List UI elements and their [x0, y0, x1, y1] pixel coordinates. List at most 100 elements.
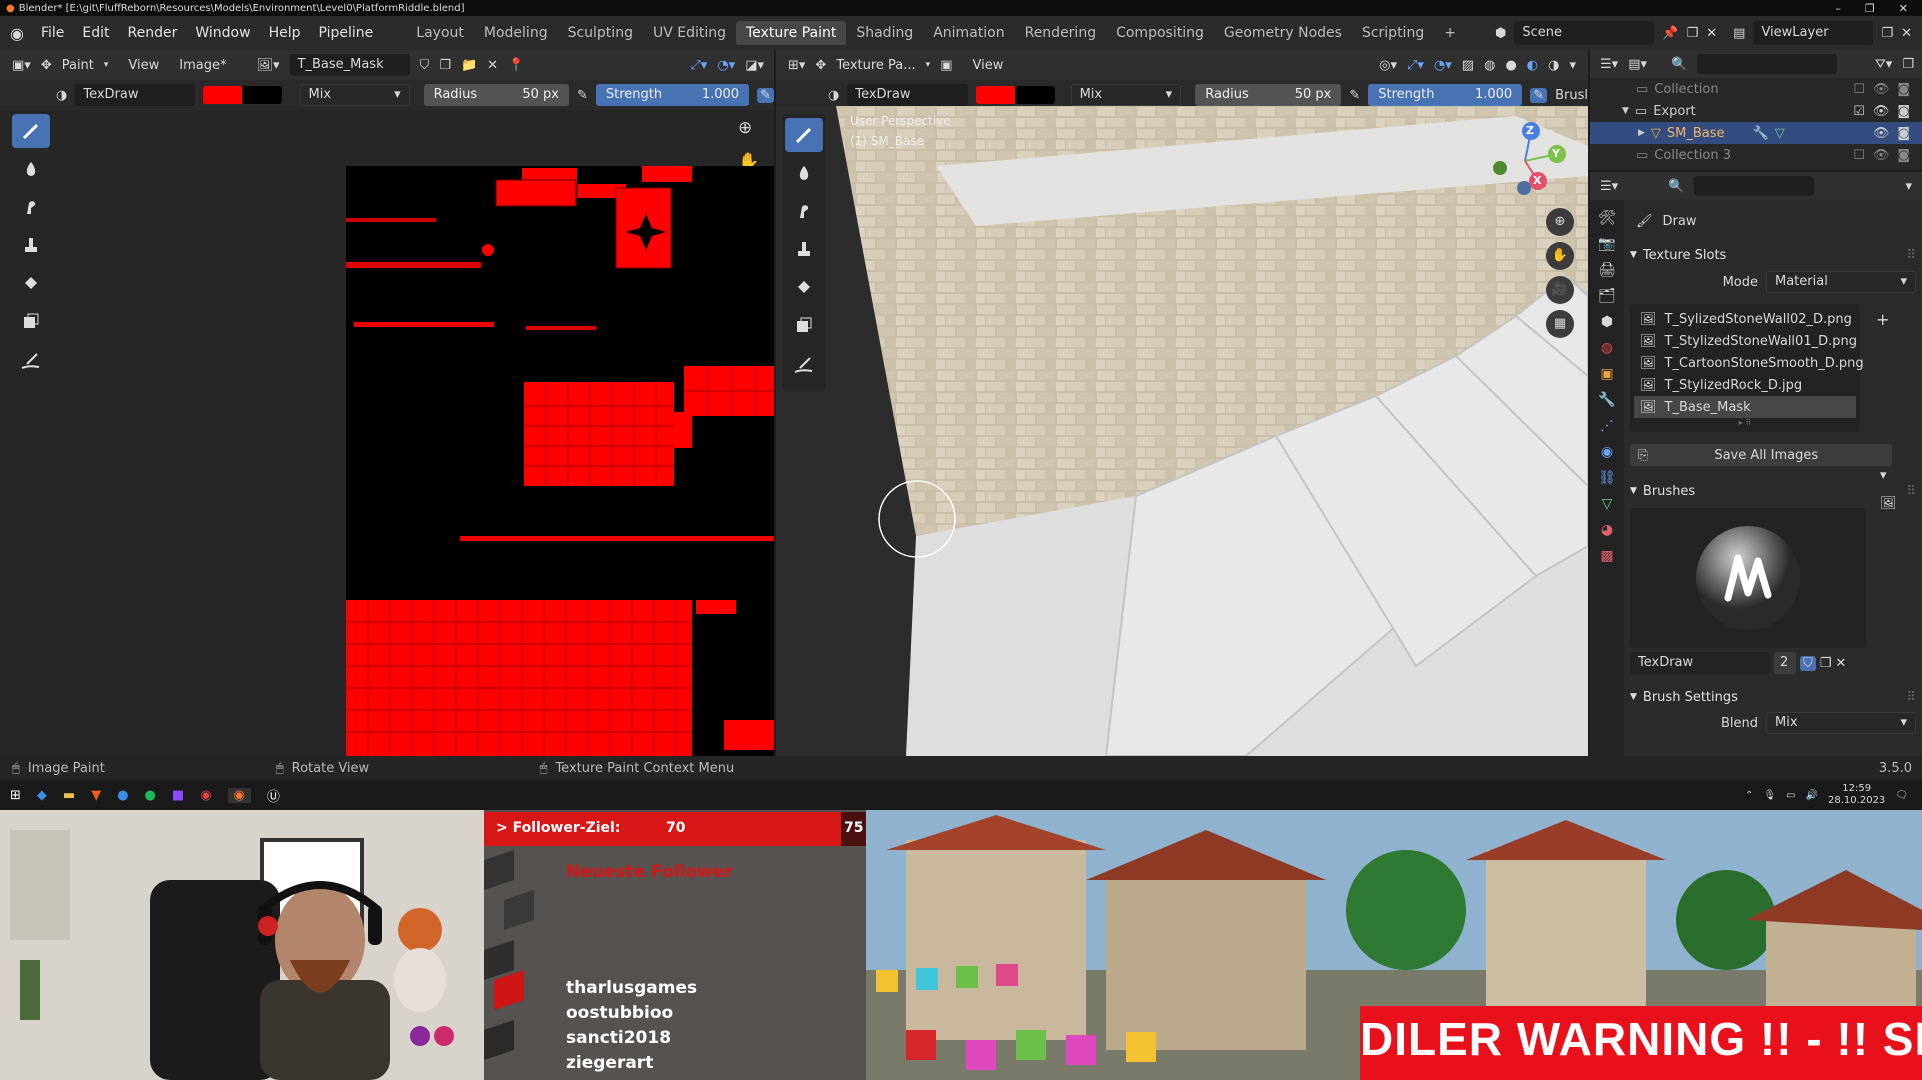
clock[interactable]: 12:59 28.10.2023	[1828, 783, 1885, 807]
drag-handle-icon[interactable]: ⠿	[1906, 248, 1916, 263]
gizmo-icon[interactable]: ◪▾	[745, 58, 774, 73]
brush-menu[interactable]: Brusl	[1555, 88, 1588, 103]
blend-mode-dropdown[interactable]: Mix ▾	[299, 84, 410, 106]
pin-icon[interactable]: 📌	[1662, 26, 1678, 41]
radius-slider[interactable]: Radius 50 px	[1195, 84, 1342, 106]
blend-dropdown[interactable]: Mix ▾	[1766, 712, 1916, 734]
volume-icon[interactable]: 🔊	[1806, 790, 1818, 801]
editor-type-icon[interactable]: ⊞▾	[788, 58, 805, 73]
smear-tool-icon[interactable]	[12, 190, 50, 224]
tab-geometry-nodes[interactable]: Geometry Nodes	[1214, 21, 1352, 45]
mask-toggle-icon[interactable]: ▣	[940, 58, 952, 73]
editor-type-icon[interactable]: ☰▾	[1600, 57, 1618, 72]
menu-pipeline[interactable]: Pipeline	[310, 25, 383, 41]
mask-tool-icon[interactable]	[12, 304, 50, 338]
texture-slot-item[interactable]: 🖼 T_CartoonStoneSmooth_D.png	[1634, 352, 1864, 374]
image-name-field[interactable]: T_Base_Mask	[289, 54, 410, 76]
menu-edit[interactable]: Edit	[73, 25, 118, 41]
brush-name-field[interactable]: TexDraw	[847, 84, 968, 106]
pin-image-icon[interactable]: 📍	[508, 58, 524, 73]
menu-render[interactable]: Render	[119, 25, 187, 41]
radius-pressure-icon[interactable]: ✎	[577, 88, 588, 103]
object-tab-icon[interactable]: ▣	[1600, 366, 1613, 382]
drag-handle-icon[interactable]: ⠿	[1906, 690, 1916, 705]
tab-uv-editing[interactable]: UV Editing	[643, 21, 736, 45]
world-tab-icon[interactable]: ◍	[1601, 340, 1613, 356]
particles-tab-icon[interactable]: ⋰	[1600, 418, 1614, 434]
texture-slot-item[interactable]: 🖼 T_StylizedRock_D.jpg	[1634, 374, 1856, 396]
soften-tool-icon[interactable]	[12, 152, 50, 186]
clone-tool-icon[interactable]	[785, 232, 823, 266]
tab-modeling[interactable]: Modeling	[474, 21, 558, 45]
radius-pressure-icon[interactable]: ✎	[1349, 88, 1360, 103]
primary-color-swatch[interactable]	[203, 86, 243, 104]
new-scene-icon[interactable]: ❐	[1687, 26, 1699, 41]
blender-taskbar-icon[interactable]: ◉	[227, 787, 251, 803]
texture-slot-item[interactable]: 🖼 T_SylizedStoneWall02_D.png	[1634, 308, 1856, 330]
fill-tool-icon[interactable]	[12, 266, 50, 300]
texture-slot-item-active[interactable]: 🖼 T_Base_Mask	[1634, 396, 1856, 418]
visibility-icon[interactable]: ◎▾	[1379, 58, 1397, 73]
new-viewlayer-icon[interactable]: ❐	[1881, 26, 1893, 41]
ortho-toggle-icon[interactable]: ▦	[1546, 310, 1574, 338]
shading-options-icon[interactable]: ▾	[1569, 58, 1588, 73]
unlink-image-icon[interactable]: ✕	[487, 58, 498, 73]
overlay-icon[interactable]: ◔▾	[717, 58, 735, 73]
image-canvas[interactable]	[346, 166, 774, 756]
options-chevron-icon[interactable]: ▾	[1905, 179, 1922, 194]
unreal-engine-icon[interactable]: Ⓤ	[267, 786, 280, 805]
eye-icon[interactable]: 👁	[1873, 126, 1890, 141]
clone-tool-icon[interactable]	[12, 228, 50, 262]
expand-arrow-icon[interactable]: ▼	[1622, 106, 1629, 116]
xray-icon[interactable]: ▨	[1462, 58, 1474, 73]
tab-texture-paint[interactable]: Texture Paint	[736, 21, 847, 45]
obs-icon[interactable]: ◉	[200, 788, 211, 803]
strength-pressure-icon[interactable]: ✎	[757, 87, 774, 103]
output-tab-icon[interactable]: 🖨	[1598, 262, 1616, 278]
fill-tool-icon[interactable]	[785, 270, 823, 304]
material-shading-icon[interactable]: ◐	[1527, 58, 1538, 73]
tray-chevron-icon[interactable]: ⌃	[1745, 790, 1753, 801]
draw-tool-icon[interactable]	[12, 114, 50, 148]
new-image-icon[interactable]: ❐	[439, 58, 451, 73]
uv-sync-icon[interactable]: ⤢▾	[690, 58, 707, 73]
mode-dropdown[interactable]: Material ▾	[1766, 271, 1916, 293]
image-browse-icon[interactable]: 🖼▾	[257, 58, 280, 73]
annotate-tool-icon[interactable]	[785, 348, 823, 382]
spotify-icon[interactable]: ●	[145, 788, 156, 803]
annotate-tool-icon[interactable]	[12, 344, 50, 378]
strength-slider[interactable]: Strength 1.000	[595, 84, 750, 106]
menu-file[interactable]: File	[32, 25, 73, 41]
eye-icon[interactable]: 👁	[1873, 148, 1890, 163]
editor-type-icon[interactable]: ▣▾	[12, 58, 31, 73]
texture-slot-item[interactable]: 🖼 T_StylizedStoneWall01_D.png	[1634, 330, 1857, 352]
brave-icon[interactable]: ▼	[91, 788, 101, 803]
menu-view[interactable]: View	[973, 58, 1004, 73]
minimize-icon[interactable]: –	[1835, 2, 1841, 15]
close-icon[interactable]: ✕	[1899, 2, 1908, 15]
tab-animation[interactable]: Animation	[923, 21, 1014, 45]
drag-handle-icon[interactable]: ⠿	[1906, 484, 1916, 499]
exclude-checkbox[interactable]: ☑	[1853, 104, 1865, 119]
material-tab-icon[interactable]: ◕	[1601, 522, 1613, 538]
expand-arrow-icon[interactable]: ▶	[1638, 128, 1645, 138]
data-tab-icon[interactable]: ▽	[1602, 496, 1613, 512]
zoom-view-icon[interactable]: ⊕	[738, 118, 752, 138]
tab-scripting[interactable]: Scripting	[1352, 21, 1434, 45]
gizmo-icon[interactable]: ⤢▾	[1407, 58, 1424, 73]
duplicate-brush-icon[interactable]: ❐	[1820, 656, 1832, 671]
smear-tool-icon[interactable]	[785, 194, 823, 228]
brush-preview[interactable]	[1630, 508, 1866, 648]
draw-tool-icon[interactable]	[785, 118, 823, 152]
exclude-checkbox[interactable]: ☐	[1853, 82, 1865, 97]
physics-tab-icon[interactable]: ◉	[1601, 444, 1613, 460]
twitch-icon[interactable]: ■	[172, 788, 184, 803]
viewlayer-icon[interactable]: ▤	[1733, 26, 1745, 41]
outliner-row-collection[interactable]: ▭ Collection ☐ 👁 ◙	[1590, 78, 1922, 100]
display-mode-icon[interactable]: ▤▾	[1628, 57, 1647, 72]
texture-slots-panel-header[interactable]: ▼ Texture Slots ⠿	[1630, 242, 1916, 268]
mode-dropdown[interactable]: Paint	[62, 58, 94, 73]
exclude-checkbox[interactable]: ☐	[1853, 148, 1865, 163]
brush-image-icon[interactable]: 🖼	[1880, 496, 1897, 511]
windows-start-icon[interactable]: ⊞	[10, 788, 21, 803]
